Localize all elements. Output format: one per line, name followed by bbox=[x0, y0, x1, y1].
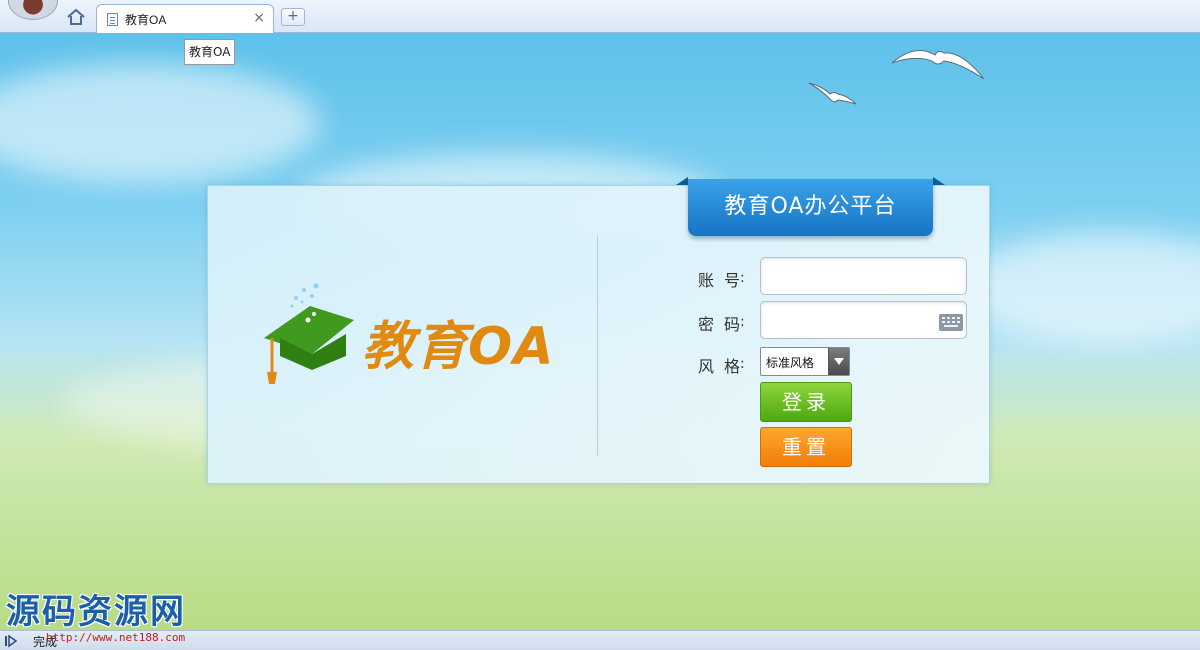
logo-text: 教育OA bbox=[362, 317, 555, 377]
seagull-icon bbox=[891, 50, 985, 80]
panel-divider bbox=[597, 236, 598, 456]
login-button[interactable]: 登录 bbox=[760, 382, 852, 422]
platform-title: 教育OA办公平台 bbox=[688, 179, 933, 236]
account-colon: : bbox=[740, 270, 745, 286]
app-logo: 教育OA bbox=[262, 276, 562, 386]
ribbon-fold bbox=[676, 177, 688, 185]
chevron-down-icon[interactable] bbox=[828, 348, 849, 375]
browser-tab-bar: 教育OA × + bbox=[0, 0, 1200, 34]
style-select-value: 标准风格 bbox=[766, 356, 815, 370]
close-tab-icon[interactable]: × bbox=[253, 10, 265, 26]
home-icon[interactable] bbox=[66, 8, 86, 26]
status-play-icon bbox=[5, 634, 18, 648]
tab-title: 教育OA bbox=[125, 13, 167, 27]
keyboard-icon[interactable] bbox=[939, 314, 963, 331]
reset-button[interactable]: 重置 bbox=[760, 427, 852, 467]
login-panel: 教育OA 教育OA办公平台 账号 : 密码 : 风格 : 标准风格 登录 重置 bbox=[207, 177, 990, 484]
graduation-cap-icon bbox=[264, 283, 354, 384]
watermark-text: 源码资源网 bbox=[6, 592, 186, 632]
cloud bbox=[960, 233, 1200, 343]
seagull-icon bbox=[808, 82, 857, 105]
account-input[interactable] bbox=[760, 257, 967, 295]
password-input[interactable] bbox=[760, 301, 967, 339]
ribbon-fold bbox=[933, 177, 945, 185]
style-colon: : bbox=[740, 356, 745, 372]
new-tab-button[interactable]: + bbox=[281, 8, 305, 26]
tab-tooltip: 教育OA bbox=[184, 39, 236, 65]
password-colon: : bbox=[740, 314, 745, 330]
watermark-url: http://www.net188.com bbox=[46, 631, 186, 644]
page-icon bbox=[107, 13, 118, 26]
user-avatar[interactable] bbox=[8, 0, 58, 20]
style-select[interactable]: 标准风格 bbox=[760, 347, 850, 376]
title-ribbon: 教育OA办公平台 bbox=[676, 177, 945, 239]
cloud bbox=[0, 63, 320, 183]
browser-tab-active[interactable]: 教育OA × bbox=[96, 4, 274, 34]
